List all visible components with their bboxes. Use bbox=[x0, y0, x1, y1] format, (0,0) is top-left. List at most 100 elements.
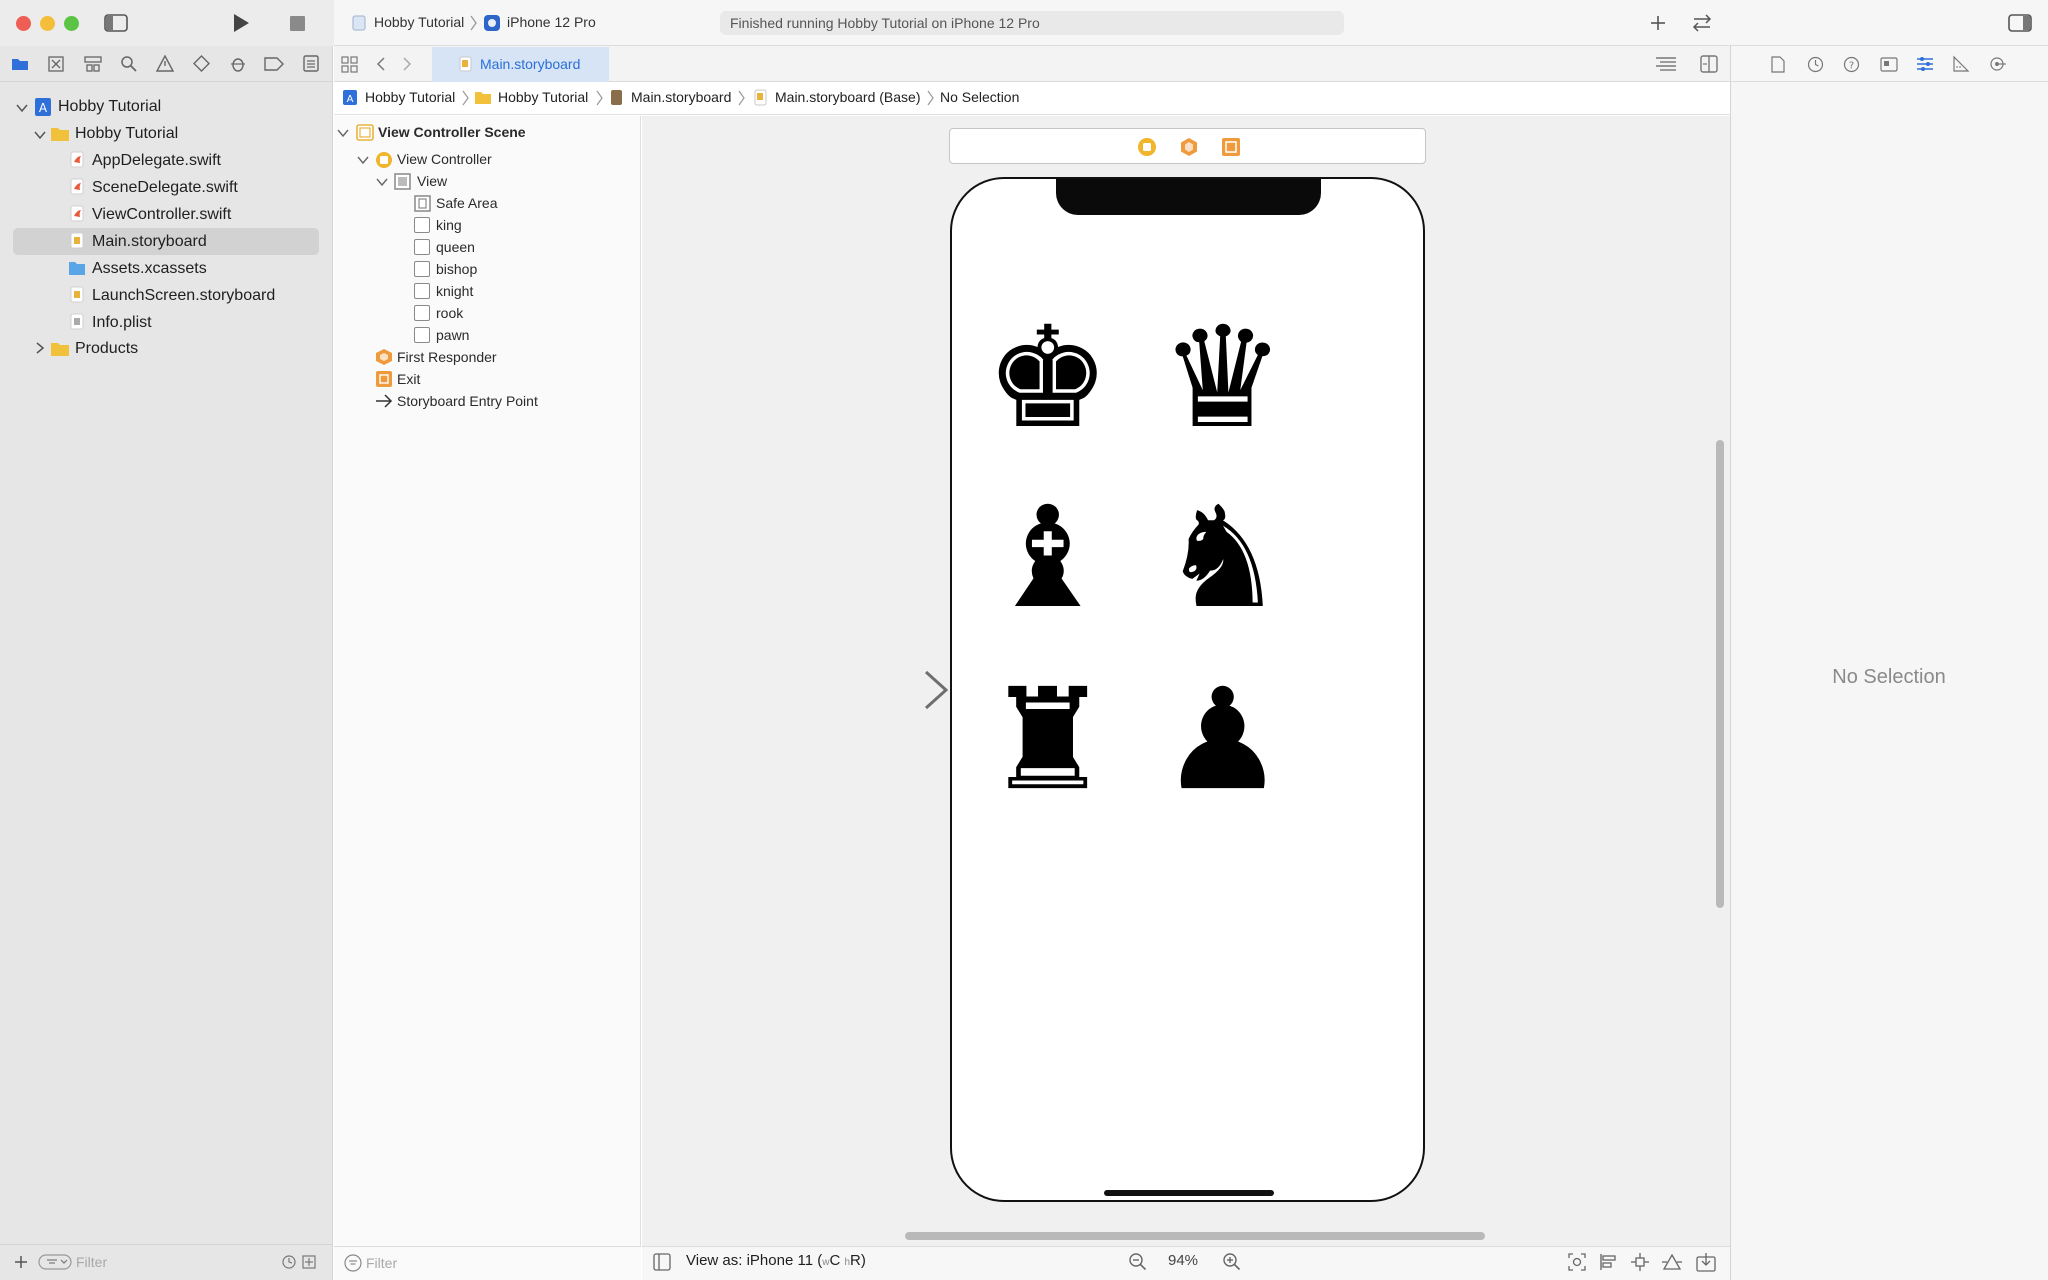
outline-filter-input[interactable]: Filter bbox=[366, 1255, 397, 1271]
split-editor-icon[interactable] bbox=[1700, 55, 1718, 73]
add-constraints-icon[interactable] bbox=[1630, 1252, 1650, 1272]
zoom-out-icon[interactable] bbox=[1128, 1252, 1147, 1271]
vertical-scrollbar[interactable] bbox=[1716, 440, 1724, 908]
outline-entry-point[interactable]: Storyboard Entry Point bbox=[397, 391, 538, 411]
source-control-navigator-icon[interactable] bbox=[48, 56, 64, 72]
chevron-down-icon[interactable] bbox=[357, 154, 369, 166]
exit-icon[interactable] bbox=[1221, 137, 1241, 157]
report-navigator-icon[interactable] bbox=[303, 55, 319, 72]
chevron-right-icon bbox=[927, 90, 934, 106]
view-controller-icon[interactable] bbox=[1137, 137, 1157, 157]
outline-item-king[interactable]: king bbox=[436, 215, 462, 235]
outline-item-knight[interactable]: knight bbox=[436, 281, 473, 301]
find-navigator-icon[interactable] bbox=[120, 55, 137, 72]
back-icon[interactable] bbox=[376, 56, 386, 72]
view-as-device[interactable]: View as: iPhone 11 (wC hR) bbox=[686, 1252, 866, 1269]
chevron-down-icon[interactable] bbox=[337, 127, 349, 139]
toggle-outline-icon[interactable] bbox=[653, 1253, 671, 1271]
exit-icon bbox=[376, 371, 392, 387]
symbol-navigator-icon[interactable] bbox=[84, 56, 102, 72]
toggle-navigator-icon[interactable] bbox=[104, 14, 128, 32]
breadcrumb-group[interactable]: Hobby Tutorial bbox=[498, 89, 588, 105]
source-control-filter-icon[interactable] bbox=[302, 1255, 316, 1269]
navigator-item-scenedelegate[interactable]: SceneDelegate.swift bbox=[92, 175, 238, 201]
minimize-window-button[interactable] bbox=[40, 16, 55, 31]
editor-options-icon[interactable] bbox=[1655, 56, 1677, 72]
outline-safe-area[interactable]: Safe Area bbox=[436, 193, 498, 213]
king-image-view[interactable]: ♚ bbox=[985, 309, 1111, 449]
outline-item-bishop[interactable]: bishop bbox=[436, 259, 477, 279]
navigator-item-products[interactable]: Products bbox=[75, 336, 138, 362]
align-icon[interactable] bbox=[1598, 1252, 1618, 1272]
device-name[interactable]: iPhone 12 Pro bbox=[507, 14, 596, 30]
quick-help-icon[interactable]: ? bbox=[1843, 56, 1860, 73]
outline-item-pawn[interactable]: pawn bbox=[436, 325, 469, 345]
history-inspector-icon[interactable] bbox=[1807, 56, 1824, 73]
navigator-item-assets[interactable]: Assets.xcassets bbox=[92, 256, 207, 282]
navigator-item-launchscreen[interactable]: LaunchScreen.storyboard bbox=[92, 283, 275, 309]
navigator-item-group[interactable]: Hobby Tutorial bbox=[75, 121, 178, 147]
test-navigator-icon[interactable] bbox=[193, 55, 210, 72]
embed-in-icon[interactable] bbox=[1696, 1252, 1716, 1272]
attributes-inspector-icon[interactable] bbox=[1916, 55, 1934, 73]
outline-view[interactable]: View bbox=[417, 171, 447, 191]
filter-options-icon[interactable] bbox=[38, 1253, 72, 1271]
forward-icon[interactable] bbox=[402, 56, 412, 72]
outline-item-queen[interactable]: queen bbox=[436, 237, 475, 257]
outline-scene[interactable]: View Controller Scene bbox=[378, 122, 526, 142]
size-inspector-icon[interactable] bbox=[1952, 55, 1970, 73]
chevron-down-icon[interactable] bbox=[16, 102, 28, 114]
chevron-right-icon[interactable] bbox=[34, 342, 46, 354]
bishop-image-view[interactable]: ♝ bbox=[985, 489, 1111, 629]
breadcrumb-project[interactable]: Hobby Tutorial bbox=[365, 89, 455, 105]
image-view-icon bbox=[414, 327, 430, 343]
navigator-item-viewcontroller[interactable]: ViewController.swift bbox=[92, 202, 231, 228]
navigator-filter-input[interactable]: Filter bbox=[76, 1254, 107, 1270]
issue-navigator-icon[interactable] bbox=[156, 55, 174, 72]
debug-navigator-icon[interactable] bbox=[229, 55, 247, 72]
outline-first-responder[interactable]: First Responder bbox=[397, 347, 497, 367]
iphone-view[interactable]: ♚ ♛ ♝ ♞ ♜ ♟ bbox=[950, 177, 1425, 1202]
toggle-inspector-icon[interactable] bbox=[2008, 14, 2032, 32]
breadcrumb-localization[interactable]: Main.storyboard (Base) bbox=[775, 89, 921, 105]
stop-button-icon[interactable] bbox=[290, 16, 305, 31]
navigator-item-main-storyboard[interactable]: Main.storyboard bbox=[92, 229, 207, 255]
chevron-down-icon[interactable] bbox=[376, 176, 388, 188]
folder-navigator-icon[interactable] bbox=[11, 56, 29, 71]
breadcrumb-file[interactable]: Main.storyboard bbox=[631, 89, 731, 105]
zoom-window-button[interactable] bbox=[64, 16, 79, 31]
resolve-issues-icon[interactable] bbox=[1661, 1252, 1683, 1272]
scheme-name[interactable]: Hobby Tutorial bbox=[374, 14, 464, 30]
knight-image-view[interactable]: ♞ bbox=[1160, 489, 1286, 629]
outline-exit[interactable]: Exit bbox=[397, 369, 420, 389]
navigator-item-appdelegate[interactable]: AppDelegate.swift bbox=[92, 148, 221, 174]
entry-point-arrow-icon[interactable] bbox=[834, 670, 950, 710]
first-responder-icon[interactable] bbox=[1179, 137, 1199, 157]
close-window-button[interactable] bbox=[16, 16, 31, 31]
update-frames-icon[interactable] bbox=[1567, 1252, 1587, 1272]
file-inspector-icon[interactable] bbox=[1771, 56, 1785, 73]
horizontal-scrollbar[interactable] bbox=[905, 1232, 1485, 1240]
navigator-item-project[interactable]: Hobby Tutorial bbox=[58, 94, 161, 120]
outline-view-controller[interactable]: View Controller bbox=[397, 149, 492, 169]
breadcrumb-selection[interactable]: No Selection bbox=[940, 89, 1019, 105]
related-items-icon[interactable] bbox=[341, 56, 358, 73]
image-view-icon bbox=[414, 305, 430, 321]
connections-inspector-icon[interactable] bbox=[1989, 55, 2007, 73]
run-button-icon[interactable] bbox=[232, 13, 250, 33]
add-file-icon[interactable] bbox=[14, 1255, 28, 1269]
outline-item-rook[interactable]: rook bbox=[436, 303, 463, 323]
pawn-image-view[interactable]: ♟ bbox=[1160, 671, 1286, 811]
breakpoint-navigator-icon[interactable] bbox=[264, 57, 284, 71]
rook-image-view[interactable]: ♜ bbox=[985, 671, 1111, 811]
code-review-icon[interactable] bbox=[1690, 13, 1714, 33]
inspector-panel bbox=[1730, 46, 2048, 1280]
recent-files-icon[interactable] bbox=[282, 1255, 296, 1269]
zoom-in-icon[interactable] bbox=[1222, 1252, 1241, 1271]
queen-image-view[interactable]: ♛ bbox=[1160, 309, 1286, 449]
chevron-down-icon[interactable] bbox=[34, 129, 46, 141]
navigator-item-info-plist[interactable]: Info.plist bbox=[92, 310, 152, 336]
add-library-icon[interactable] bbox=[1650, 15, 1666, 31]
filter-icon[interactable] bbox=[344, 1254, 362, 1272]
identity-inspector-icon[interactable] bbox=[1880, 57, 1898, 72]
